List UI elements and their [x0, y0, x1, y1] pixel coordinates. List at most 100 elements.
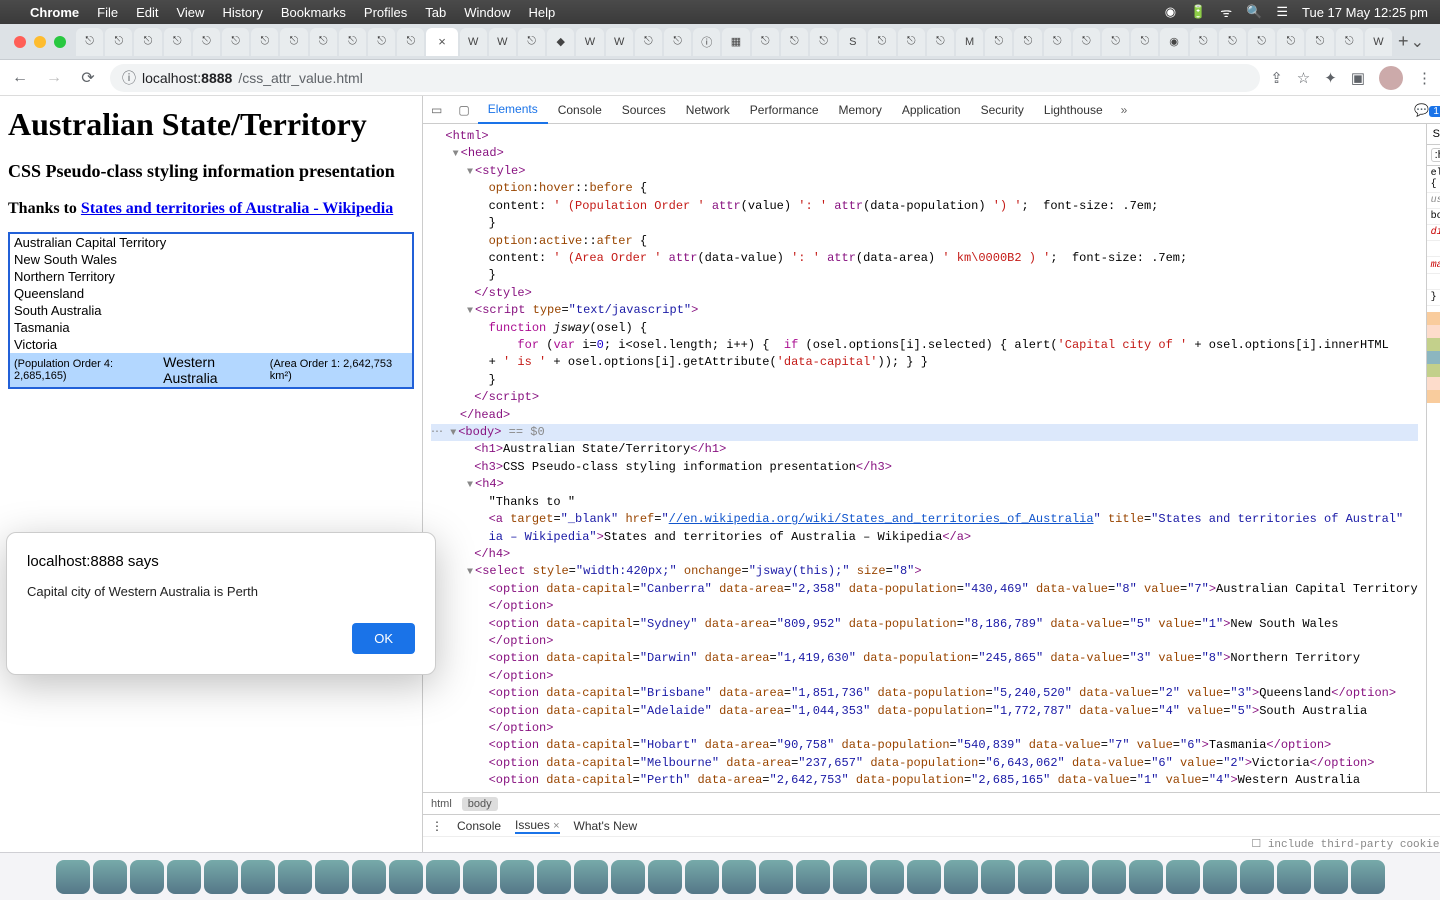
- bookmark-icon[interactable]: ☆: [1297, 69, 1310, 87]
- tab[interactable]: ⎋: [985, 28, 1012, 56]
- select-option[interactable]: New South Wales: [10, 251, 412, 268]
- menu-help[interactable]: Help: [529, 5, 556, 20]
- tab[interactable]: ⎋: [193, 28, 220, 56]
- dock-app[interactable]: [1351, 860, 1385, 894]
- dock-app[interactable]: [426, 860, 460, 894]
- tab[interactable]: ⎋: [222, 28, 249, 56]
- tab[interactable]: ⎋: [1277, 28, 1304, 56]
- dock-app[interactable]: [1092, 860, 1126, 894]
- battery-icon[interactable]: 🔋: [1190, 4, 1206, 20]
- record-icon[interactable]: ◉: [1165, 4, 1176, 20]
- dock-app[interactable]: [574, 860, 608, 894]
- dock-app[interactable]: [463, 860, 497, 894]
- dock-app[interactable]: [389, 860, 423, 894]
- dock-app[interactable]: [685, 860, 719, 894]
- tab[interactable]: S: [839, 28, 866, 56]
- inspect-icon[interactable]: ▭: [423, 103, 450, 117]
- wikipedia-link[interactable]: States and territories of Australia - Wi…: [81, 200, 393, 217]
- tab[interactable]: ⎋: [781, 28, 808, 56]
- tab[interactable]: ⎋: [868, 28, 895, 56]
- dock-app[interactable]: [1018, 860, 1052, 894]
- tab[interactable]: ⎋: [1248, 28, 1275, 56]
- dock-app[interactable]: [1129, 860, 1163, 894]
- tabs-dropdown-icon[interactable]: ⌄: [1411, 32, 1434, 52]
- tab[interactable]: M: [956, 28, 983, 56]
- dock-app[interactable]: [56, 860, 90, 894]
- tab-active[interactable]: ×: [426, 28, 457, 56]
- menu-window[interactable]: Window: [464, 5, 510, 20]
- tab[interactable]: ⎋: [1190, 28, 1217, 56]
- dock-app[interactable]: [278, 860, 312, 894]
- device-icon[interactable]: ▢: [450, 103, 477, 117]
- tab[interactable]: W: [1365, 28, 1392, 56]
- tab[interactable]: W: [489, 28, 516, 56]
- tab[interactable]: ⎋: [397, 28, 424, 56]
- tab[interactable]: ⎋: [1102, 28, 1129, 56]
- tab[interactable]: ⎋: [1131, 28, 1158, 56]
- menu-profiles[interactable]: Profiles: [364, 5, 407, 20]
- search-icon[interactable]: 🔍: [1246, 4, 1262, 20]
- menu-file[interactable]: File: [97, 5, 118, 20]
- close-tab-icon[interactable]: ×: [438, 34, 446, 49]
- site-info-icon[interactable]: ⓘ: [122, 68, 136, 88]
- tab[interactable]: ⎋: [518, 28, 545, 56]
- tab[interactable]: ⎋: [810, 28, 837, 56]
- styles-pane[interactable]: Styles» :hov.cls element.style { } user …: [1426, 124, 1440, 792]
- close-window[interactable]: [14, 36, 26, 48]
- wifi-icon[interactable]: ᯤ: [1220, 3, 1232, 21]
- drawer-issues[interactable]: Issues ×: [515, 818, 559, 834]
- tab[interactable]: W: [460, 28, 487, 56]
- clock[interactable]: Tue 17 May 12:25 pm: [1302, 5, 1428, 20]
- extensions-icon[interactable]: ✦: [1324, 69, 1337, 87]
- dock-app[interactable]: [1314, 860, 1348, 894]
- tab[interactable]: ⎋: [368, 28, 395, 56]
- tab[interactable]: ⎋: [898, 28, 925, 56]
- url-input[interactable]: ⓘ localhost:8888/css_attr_value.html: [110, 64, 1260, 92]
- tab[interactable]: ⎋: [1306, 28, 1333, 56]
- app-name[interactable]: Chrome: [30, 5, 79, 20]
- tab-elements[interactable]: Elements: [478, 96, 548, 124]
- new-tab-button[interactable]: +: [1398, 31, 1409, 52]
- menu-view[interactable]: View: [176, 5, 204, 20]
- tab[interactable]: ⓘ: [693, 28, 720, 56]
- select-option[interactable]: South Australia: [10, 302, 412, 319]
- tab[interactable]: ⎋: [134, 28, 161, 56]
- dock-app[interactable]: [352, 860, 386, 894]
- kebab-icon[interactable]: ⋮: [1417, 69, 1432, 87]
- tab-network[interactable]: Network: [676, 96, 740, 124]
- tab[interactable]: ⎋: [280, 28, 307, 56]
- dom-tree[interactable]: <html> ▼<head> ▼<style> option:hover::be…: [423, 124, 1426, 792]
- select-option[interactable]: Northern Territory: [10, 268, 412, 285]
- dock-app[interactable]: [944, 860, 978, 894]
- control-center-icon[interactable]: ☰: [1276, 4, 1288, 20]
- profile-avatar[interactable]: [1379, 66, 1403, 90]
- tab-console[interactable]: Console: [548, 96, 612, 124]
- menu-history[interactable]: History: [222, 5, 262, 20]
- tab[interactable]: ⎋: [105, 28, 132, 56]
- tab[interactable]: ⎋: [664, 28, 691, 56]
- tab[interactable]: ⎋: [164, 28, 191, 56]
- drawer-kebab-icon[interactable]: ⋮: [431, 819, 443, 833]
- dock-app[interactable]: [796, 860, 830, 894]
- zoom-window[interactable]: [54, 36, 66, 48]
- close-icon[interactable]: ×: [553, 820, 559, 832]
- dock-app[interactable]: [759, 860, 793, 894]
- tab-memory[interactable]: Memory: [829, 96, 892, 124]
- dock-app[interactable]: [1277, 860, 1311, 894]
- tab[interactable]: ⎋: [1014, 28, 1041, 56]
- tab-lighthouse[interactable]: Lighthouse: [1034, 96, 1113, 124]
- tab-performance[interactable]: Performance: [740, 96, 829, 124]
- share-icon[interactable]: ⇪: [1270, 69, 1283, 87]
- sidepanel-icon[interactable]: ▣: [1351, 69, 1365, 87]
- tab[interactable]: W: [606, 28, 633, 56]
- issues-icon[interactable]: 💬1: [1414, 103, 1440, 117]
- dock-app[interactable]: [870, 860, 904, 894]
- tab[interactable]: ⎋: [310, 28, 337, 56]
- select-option[interactable]: Australian Capital Territory: [10, 234, 412, 251]
- reload-button[interactable]: ⟳: [76, 68, 100, 88]
- select-option[interactable]: Queensland: [10, 285, 412, 302]
- dock-app[interactable]: [537, 860, 571, 894]
- select-option[interactable]: Tasmania: [10, 319, 412, 336]
- dock-app[interactable]: [167, 860, 201, 894]
- dock-app[interactable]: [1203, 860, 1237, 894]
